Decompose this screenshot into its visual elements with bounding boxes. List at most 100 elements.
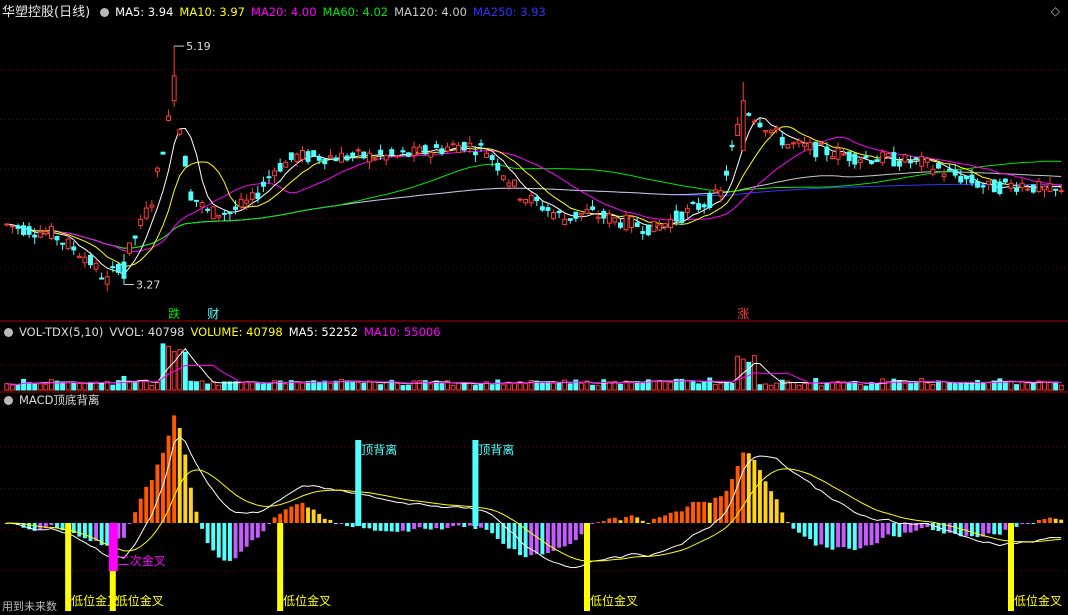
macd-bar xyxy=(27,523,32,530)
settings-dot-icon[interactable] xyxy=(100,8,110,17)
ma20-line xyxy=(6,136,1062,253)
candle xyxy=(763,130,768,133)
macd-bar xyxy=(412,523,417,529)
macd-bar xyxy=(233,523,238,559)
macd-bar xyxy=(495,523,500,539)
top-divergence-bar xyxy=(472,440,479,526)
volume-bar xyxy=(612,380,618,391)
candle xyxy=(1058,190,1064,193)
volume-bar xyxy=(433,380,439,391)
candle xyxy=(99,277,105,280)
volume-bar xyxy=(355,382,361,391)
ma20-label: MA20: 4.00 xyxy=(250,5,317,19)
volume-bar xyxy=(1025,382,1031,391)
macd-bar xyxy=(663,515,668,523)
candle xyxy=(902,154,908,163)
macd-bar xyxy=(88,523,93,542)
volume-bar xyxy=(863,385,869,391)
candle xyxy=(54,236,60,241)
signal-marker: 涨 xyxy=(737,306,749,321)
candle xyxy=(500,175,506,180)
macd-bar xyxy=(306,507,311,523)
stock-title: 华塑控股(日线) xyxy=(2,5,91,20)
macd-bar xyxy=(607,518,612,523)
macd-bar xyxy=(545,523,550,554)
volume-bar xyxy=(528,379,534,391)
volume-bar xyxy=(796,384,802,391)
volume-bar xyxy=(696,383,702,391)
volume-bar xyxy=(99,382,105,391)
volume-bar xyxy=(573,379,579,391)
volume-bar xyxy=(272,380,278,391)
candle xyxy=(612,217,618,223)
volume-bar xyxy=(729,382,735,391)
macd-bar xyxy=(651,518,656,523)
volume-bar xyxy=(489,384,495,391)
candle xyxy=(729,144,735,148)
macd-bar xyxy=(579,523,584,535)
stock-chart: 5.193.27跌财涨低位金叉低位金叉二次金叉低位金叉 低位金叉 低位金叉顶背离 顶背… xyxy=(0,40,1068,611)
macd-bar xyxy=(512,523,517,550)
golden-cross-label: 低位金叉 xyxy=(590,593,638,608)
macd-bar xyxy=(406,523,411,532)
macd-bar xyxy=(244,523,249,547)
volume-bar xyxy=(539,382,545,391)
macd-bar xyxy=(473,523,478,529)
candle xyxy=(885,152,891,158)
vol-ma5-label: MA5: 52252 xyxy=(288,325,358,339)
settings-dot-icon[interactable] xyxy=(4,396,13,405)
expand-diamond-icon[interactable]: ◇ xyxy=(1051,4,1060,18)
macd-bar xyxy=(49,523,54,526)
candle xyxy=(523,198,529,204)
volume-bar xyxy=(590,384,596,391)
candle xyxy=(65,238,71,250)
macd-bar xyxy=(741,452,746,523)
volume-bar xyxy=(115,380,121,391)
candle xyxy=(818,142,824,145)
candle xyxy=(60,242,66,245)
macd-bar xyxy=(289,506,294,523)
candle xyxy=(366,152,372,163)
volume-bar xyxy=(601,379,607,391)
golden-cross-label: 低位金叉 xyxy=(71,593,119,608)
candle xyxy=(718,190,724,197)
candle xyxy=(227,211,233,215)
volume-bar xyxy=(746,361,752,391)
volume-bar xyxy=(227,381,233,391)
volume-bar xyxy=(472,384,478,391)
candle xyxy=(294,153,300,162)
volume-bar xyxy=(260,383,266,391)
volume-bar xyxy=(830,381,835,391)
candle xyxy=(1002,178,1008,183)
macd-bar xyxy=(797,523,801,533)
volume-bar xyxy=(1042,381,1047,391)
macd-bar xyxy=(328,519,333,523)
volume-bar xyxy=(93,381,99,391)
settings-dot-icon[interactable] xyxy=(4,328,13,337)
volume-bar xyxy=(662,381,668,391)
volume-bar xyxy=(813,378,819,391)
volume-bar xyxy=(841,381,847,391)
volume-bar xyxy=(344,380,350,391)
candle xyxy=(37,231,43,238)
candle xyxy=(249,192,255,200)
candle xyxy=(4,223,10,226)
low-price-label: 3.27 xyxy=(136,278,161,291)
macd-bar xyxy=(278,513,283,523)
volume-panel-header: VOL-TDX(5,10) VVOL: 40798 VOLUME: 40798 MA5… xyxy=(0,322,447,342)
macd-bar xyxy=(283,509,288,523)
candle xyxy=(941,173,947,177)
volume-bar xyxy=(891,378,897,391)
volume-bar xyxy=(478,383,484,391)
macd-bar xyxy=(830,523,835,550)
volume-bar xyxy=(210,381,216,391)
candle xyxy=(936,163,941,169)
volume-bar xyxy=(132,382,138,391)
volume-bar xyxy=(986,381,992,391)
ma120-label: MA120: 4.00 xyxy=(394,5,467,19)
candle xyxy=(205,208,211,211)
volume-bar xyxy=(824,382,830,391)
macd-bar xyxy=(596,522,601,524)
volume-bar xyxy=(500,384,506,391)
candle xyxy=(1019,182,1025,189)
